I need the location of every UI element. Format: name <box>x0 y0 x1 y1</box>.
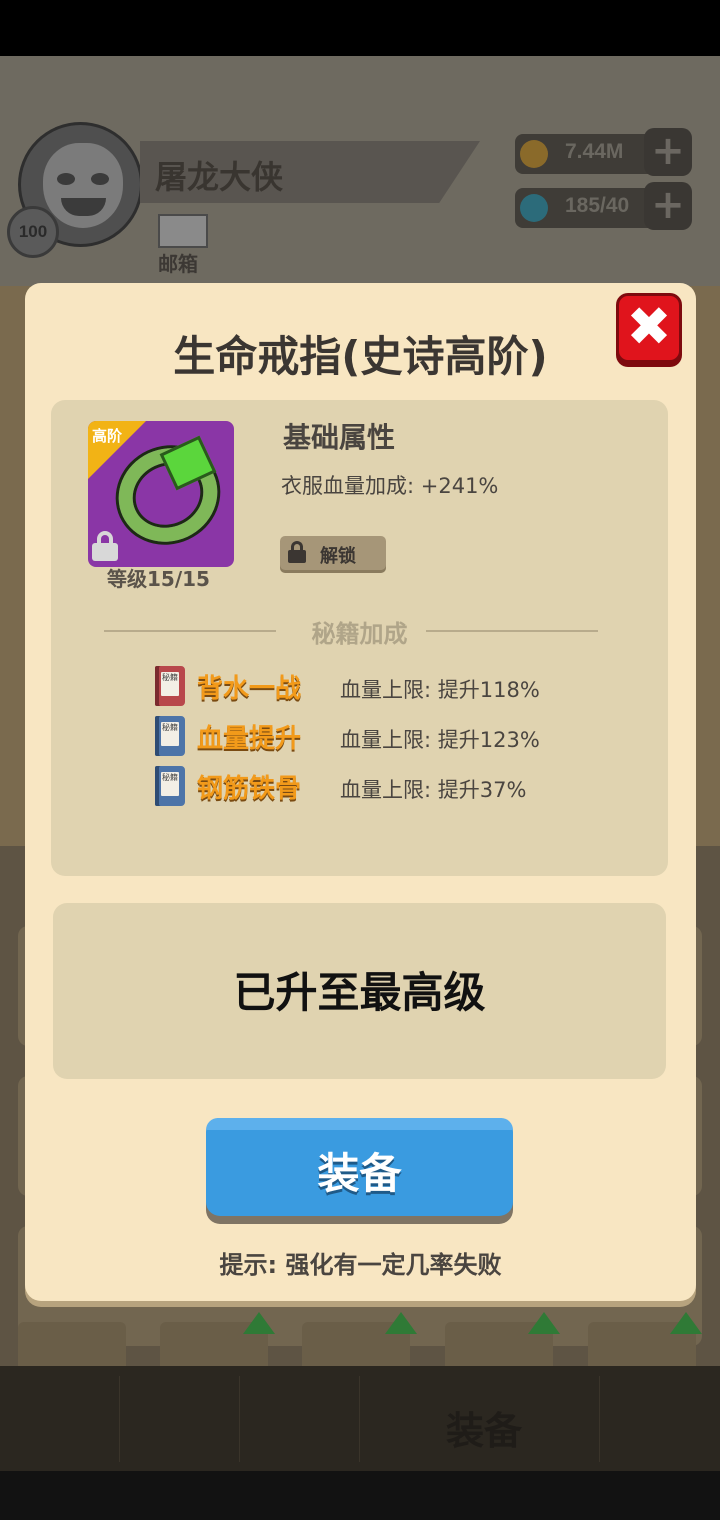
skill-row: 秘籍 钢筋铁骨 血量上限: 提升37% <box>155 766 615 810</box>
upgrade-arrow-icon <box>385 1312 417 1334</box>
base-attribute-value: 衣服血量加成: +241% <box>281 474 499 498</box>
avatar-face <box>43 143 123 228</box>
gem-value: 185/40 <box>565 194 630 217</box>
gold-counter: 7.44M <box>515 134 665 174</box>
background-item-slots <box>0 1312 720 1380</box>
gem-icon <box>520 194 548 222</box>
skill-row: 秘籍 背水一战 血量上限: 提升118% <box>155 666 615 710</box>
nav-tab-training[interactable] <box>125 1376 240 1462</box>
avatar-mouth <box>61 198 106 216</box>
lock-icon <box>288 541 306 563</box>
ring-item-icon: 高阶 <box>88 421 234 567</box>
navigation-bar <box>0 1471 720 1520</box>
book-icon: 秘籍 <box>155 716 185 756</box>
bottom-nav <box>0 1366 720 1471</box>
skill-effect: 血量上限: 提升118% <box>340 678 540 702</box>
status-bar <box>0 0 720 56</box>
tier-badge: 高阶 <box>92 427 123 445</box>
skill-name: 血量提升 <box>197 724 302 754</box>
base-attributes-title: 基础属性 <box>283 421 396 454</box>
book-icon: 秘籍 <box>155 766 185 806</box>
lock-icon <box>92 531 118 561</box>
skill-name: 钢筋铁骨 <box>197 774 302 804</box>
upgrade-arrow-icon <box>243 1312 275 1334</box>
item-detail-dialog: 生命戒指(史诗高阶) ✖ 高阶 等级15/15 基础属性 衣服血量加成: +24… <box>25 283 696 1301</box>
book-icon: 秘籍 <box>155 666 185 706</box>
equip-button-label: 装备 <box>317 1149 402 1198</box>
player-header: 100 屠龙大侠 邮箱 7.44M + 185/40 + <box>0 56 720 286</box>
nav-tab-shop[interactable] <box>600 1376 715 1462</box>
mail-label: 邮箱 <box>158 252 198 276</box>
skill-name: 背水一战 <box>197 674 302 704</box>
maxed-status-text: 已升至最高级 <box>233 968 486 1017</box>
nav-tab-task[interactable] <box>5 1376 120 1462</box>
unlock-label: 解锁 <box>320 546 356 567</box>
close-button[interactable]: ✖ <box>616 293 682 363</box>
skill-effect: 血量上限: 提升37% <box>340 778 527 802</box>
divider-right <box>426 630 598 632</box>
equip-button[interactable]: 装备 <box>206 1118 513 1216</box>
player-name: 屠龙大侠 <box>155 158 284 196</box>
gem-counter: 185/40 <box>515 188 665 228</box>
add-gold-button[interactable]: + <box>644 128 692 176</box>
hint-text: 提示: 强化有一定几率失败 <box>219 1251 502 1279</box>
add-gem-button[interactable]: + <box>644 182 692 230</box>
item-level: 等级15/15 <box>107 567 210 591</box>
skill-row: 秘籍 血量提升 血量上限: 提升123% <box>155 716 615 760</box>
item-info-panel: 高阶 等级15/15 基础属性 衣服血量加成: +241% 解锁 秘籍加成 秘籍… <box>51 400 668 876</box>
nav-active-label: 装备 <box>446 1409 523 1453</box>
avatar-eye-right <box>91 173 109 185</box>
upgrade-status-panel: 已升至最高级 <box>53 903 666 1079</box>
upgrade-arrow-icon <box>670 1312 702 1334</box>
gold-value: 7.44M <box>565 140 624 163</box>
mail-icon[interactable] <box>158 214 208 248</box>
gold-coin-icon <box>520 140 548 168</box>
nav-tab-battle[interactable] <box>245 1376 360 1462</box>
unlock-button[interactable]: 解锁 <box>280 536 386 570</box>
dialog-title: 生命戒指(史诗高阶) <box>173 332 548 381</box>
avatar-eye-left <box>57 173 75 185</box>
close-icon: ✖ <box>626 295 672 358</box>
skill-effect: 血量上限: 提升123% <box>340 728 540 752</box>
upgrade-arrow-icon <box>528 1312 560 1334</box>
player-level-badge: 100 <box>7 206 59 258</box>
